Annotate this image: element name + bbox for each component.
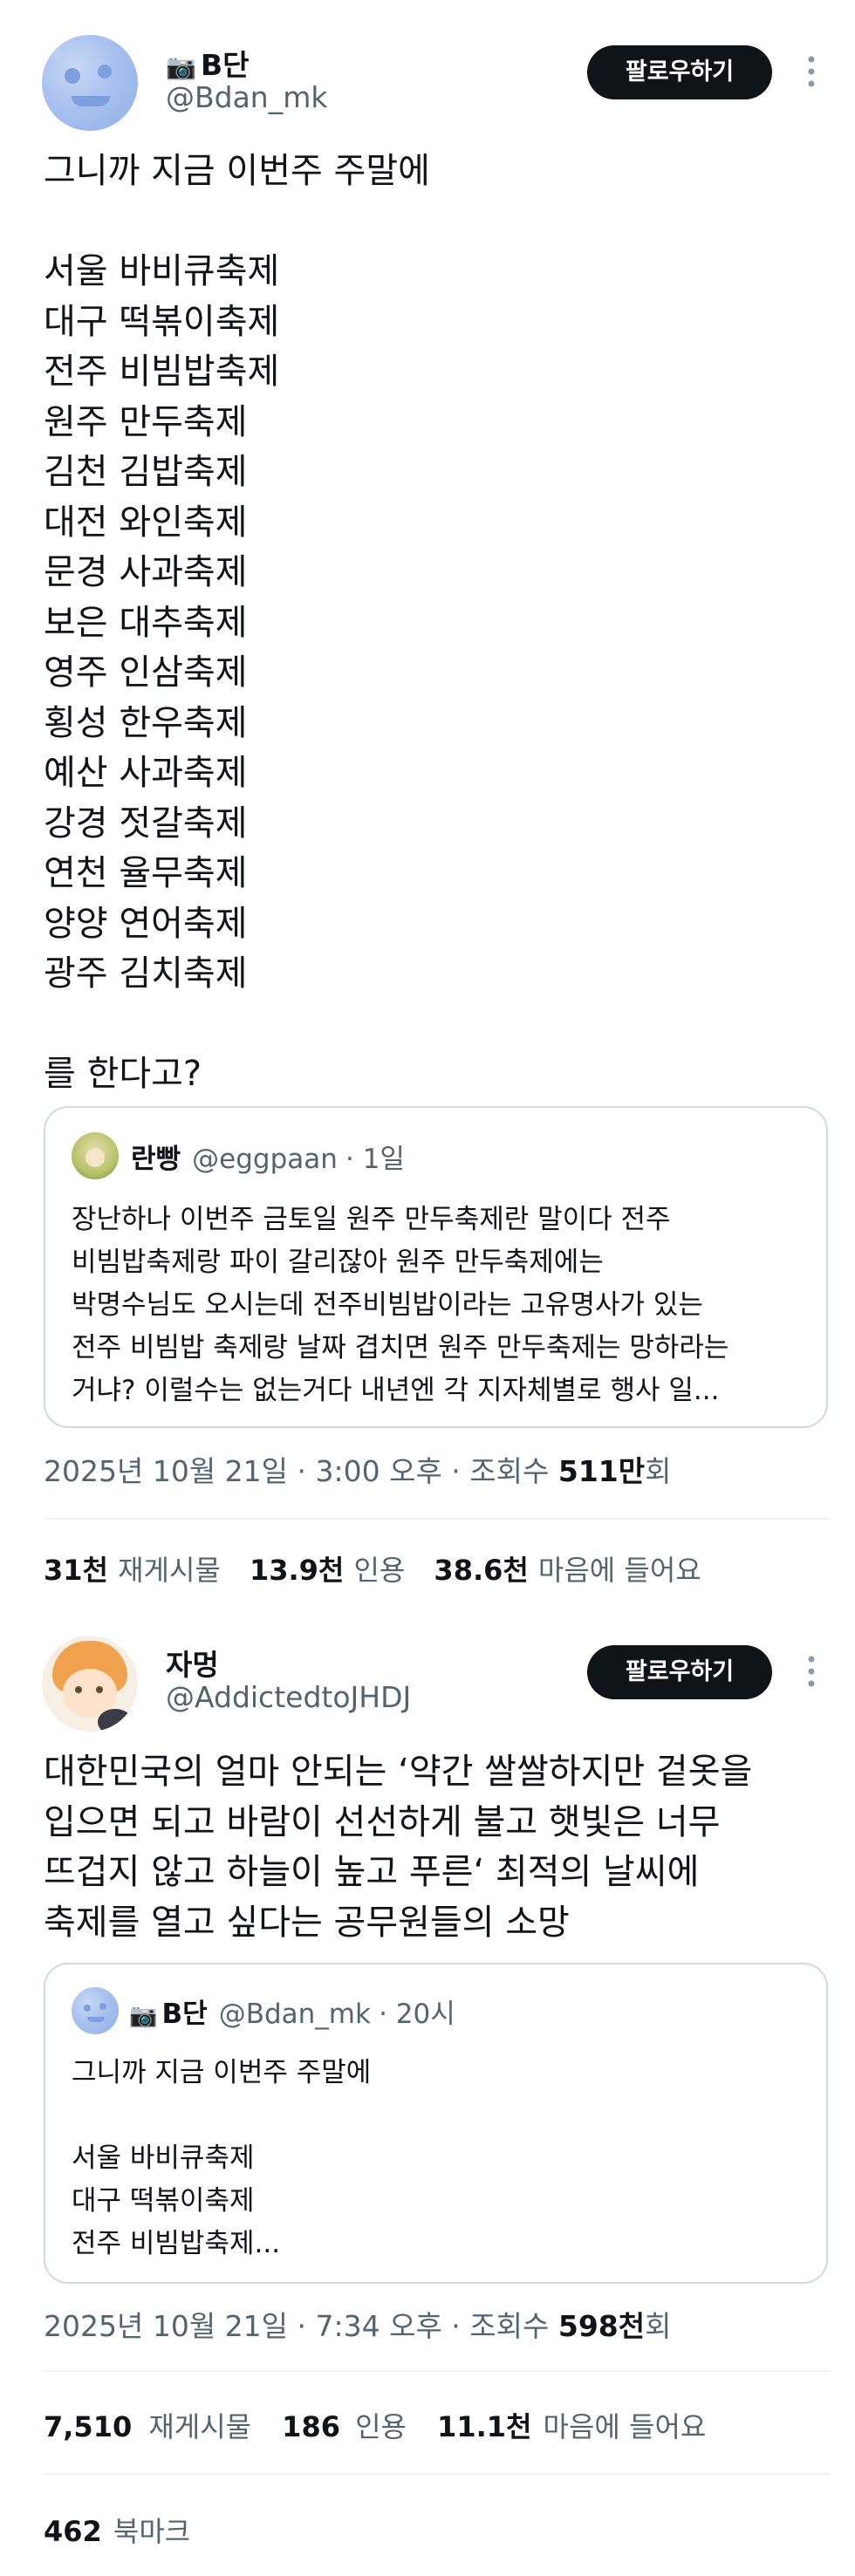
reply-author-handle[interactable]: @AddictedtoJHDJ [166, 1680, 411, 1714]
quoted-tweet-card[interactable]: 란빵 @eggpaan · 1일 장난하나 이번주 금토일 원주 만두축제란 말… [44, 1106, 828, 1428]
reply-view-count-suffix: 회 [645, 2309, 672, 2343]
quoted-author-handle: @eggpaan [192, 1144, 338, 1175]
likes-label: 마음에 들어요 [537, 1554, 701, 1587]
quoted-tweet-time: · 1일 [345, 1144, 405, 1175]
quoted-author-name-2: B단 [161, 1999, 208, 2030]
likes-count: 38.6천 [434, 1554, 529, 1587]
quotes-stat[interactable]: 13.9천 인용 [250, 1554, 409, 1587]
more-options-icon[interactable]: • • • [803, 50, 820, 95]
reply-quotes-count: 186 [282, 2410, 340, 2443]
retweets-count: 31천 [44, 1554, 108, 1587]
retweets-stat[interactable]: 31천 재게시물 [44, 1554, 225, 1587]
camera-icon: 📷 [166, 52, 196, 81]
reply-author-avatar[interactable] [42, 1636, 138, 1732]
quotes-label: 인용 [353, 1554, 406, 1587]
reply-view-count: 598천 [557, 2309, 646, 2343]
view-count: 511만 [557, 1454, 646, 1488]
reply-tweet-meta: 2025년 10월 21일 · 7:34 오후 · 조회수 598천회 [44, 2303, 671, 2345]
author-handle[interactable]: @Bdan_mk [166, 80, 327, 114]
quoted-tweet-card-2[interactable]: 📷 B단 @Bdan_mk · 20시 그니까 지금 이번주 주말에 서울 바비… [44, 1963, 828, 2284]
more-options-icon-reply[interactable]: • • • [803, 1650, 820, 1695]
quoted-author-avatar [72, 1132, 119, 1179]
quoted-tweet-time-2: · 20시 [379, 1999, 455, 2030]
tweet-meta: 2025년 10월 21일 · 3:00 오후 · 조회수 511만회 [44, 1448, 671, 1490]
author-name-row[interactable]: 📷 B단 [166, 42, 250, 82]
quoted-author-handle-2: @Bdan_mk [218, 1999, 371, 2030]
reply-tweet-text: 대한민국의 얼마 안되는 ‘약간 쌀쌀하지만 겉옷을 입으면 되고 바람이 선선… [44, 1752, 753, 1943]
engagement-stats: 31천 재게시물 13.9천 인용 38.6천 마음에 들어요 [44, 1548, 701, 1589]
view-count-suffix: 회 [645, 1454, 672, 1488]
reply-quotes-stat[interactable]: 186 인용 [282, 2410, 411, 2443]
reply-retweets-stat[interactable]: 7,510 재게시물 [44, 2410, 256, 2443]
tweet-text: 그니까 지금 이번주 주말에 서울 바비큐축제 대구 떡볶이축제 전주 비빔밥축… [44, 151, 430, 1094]
bookmarks-label: 북마크 [113, 2515, 191, 2548]
tweet-timestamp[interactable]: 2025년 10월 21일 · 3:00 오후 · 조회수 [44, 1454, 558, 1488]
divider [44, 2473, 831, 2475]
follow-button[interactable]: 팔로우하기 [587, 45, 772, 99]
quoted-tweet-text-2: 그니까 지금 이번주 주말에 서울 바비큐축제 대구 떡볶이축제 전주 비빔밥축… [72, 2057, 372, 2259]
retweets-label: 재게시물 [118, 1554, 221, 1587]
author-display-name: B단 [200, 48, 250, 82]
quoted-author-row-2: 📷 B단 @Bdan_mk · 20시 [129, 1992, 455, 2031]
likes-stat[interactable]: 38.6천 마음에 들어요 [434, 1554, 701, 1587]
reply-likes-count: 11.1천 [437, 2410, 532, 2443]
divider [44, 1518, 831, 1520]
reply-likes-stat[interactable]: 11.1천 마음에 들어요 [437, 2410, 706, 2443]
reply-retweets-count: 7,510 [44, 2410, 133, 2443]
reply-engagement-stats: 7,510 재게시물 186 인용 11.1천 마음에 들어요 [44, 2405, 706, 2445]
divider [44, 2370, 831, 2372]
quoted-author-row: 란빵 @eggpaan · 1일 [131, 1137, 405, 1176]
reply-author-name[interactable]: 자멍 [166, 1642, 219, 1684]
reply-likes-label: 마음에 들어요 [543, 2410, 707, 2443]
reply-tweet-timestamp[interactable]: 2025년 10월 21일 · 7:34 오후 · 조회수 [44, 2309, 558, 2343]
reply-retweets-label: 재게시물 [148, 2410, 252, 2443]
quotes-count: 13.9천 [249, 1554, 345, 1587]
quoted-author-name: 란빵 [131, 1144, 181, 1175]
author-avatar[interactable] [42, 35, 138, 131]
quoted-author-avatar-2 [72, 1987, 119, 2034]
camera-icon-quoted: 📷 [129, 2003, 158, 2029]
bookmarks-stat[interactable]: 462 북마크 [44, 2510, 190, 2550]
follow-button-reply[interactable]: 팔로우하기 [587, 1645, 772, 1699]
bookmarks-count: 462 [44, 2515, 102, 2548]
reply-quotes-label: 인용 [355, 2410, 407, 2443]
quoted-tweet-text: 장난하나 이번주 금토일 원주 만두축제란 말이다 전주 비빔밥축제랑 파이 갈… [72, 1204, 729, 1406]
